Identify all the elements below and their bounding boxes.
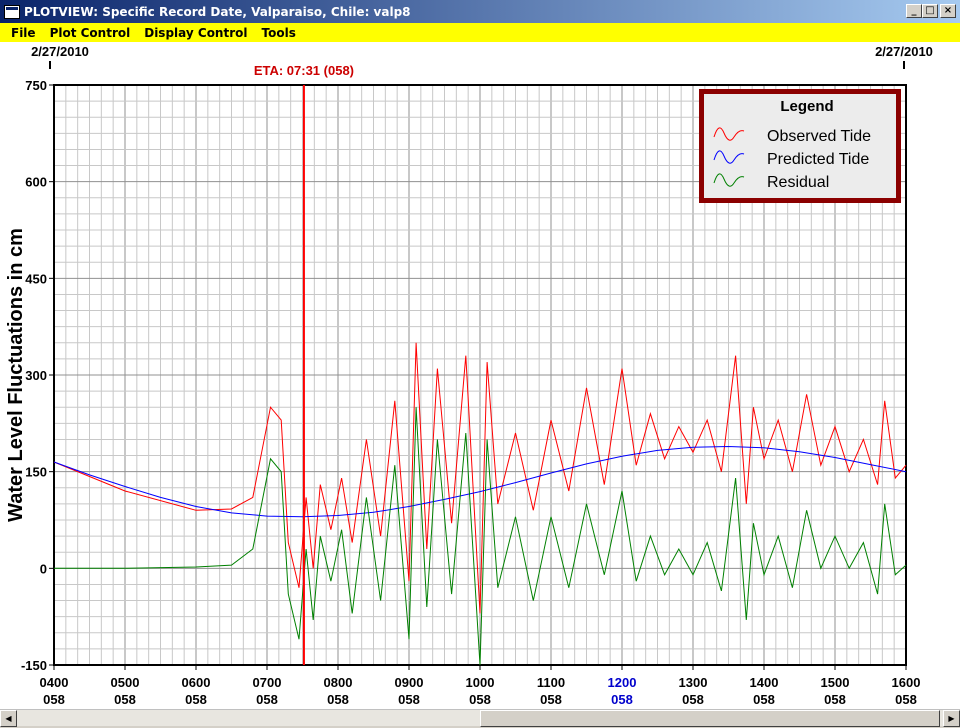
x-tick-day-label: 058 bbox=[895, 692, 917, 707]
maximize-button[interactable]: □ bbox=[922, 4, 938, 18]
y-tick-label: 750 bbox=[25, 78, 47, 93]
legend-entry-label: Residual bbox=[767, 174, 829, 191]
x-tick-day-label: 058 bbox=[824, 692, 846, 707]
y-axis-label: Water Level Fluctuations in cm bbox=[5, 228, 27, 522]
y-tick-label: 450 bbox=[25, 271, 47, 286]
x-tick-day-label: 058 bbox=[114, 692, 136, 707]
y-tick-label: 0 bbox=[40, 561, 47, 576]
legend-entry-label: Predicted Tide bbox=[767, 151, 869, 168]
x-tick-day-label: 058 bbox=[469, 692, 491, 707]
menu-display-control[interactable]: Display Control bbox=[137, 26, 254, 40]
x-tick-day-label: 058 bbox=[611, 692, 633, 707]
x-tick-label: 0500 bbox=[111, 675, 140, 690]
x-tick-day-label: 058 bbox=[185, 692, 207, 707]
tide-chart: 7506004503001500-150Water Level Fluctuat… bbox=[5, 44, 933, 707]
x-tick-day-label: 058 bbox=[540, 692, 562, 707]
close-button[interactable]: × bbox=[940, 4, 956, 18]
y-tick-label: -150 bbox=[21, 658, 47, 673]
window-title: PLOTVIEW: Specific Record Date, Valparai… bbox=[24, 4, 411, 19]
y-tick-label: 300 bbox=[25, 368, 47, 383]
menu-bar: File Plot Control Display Control Tools bbox=[0, 23, 960, 42]
legend-title: Legend bbox=[780, 98, 833, 115]
menu-file[interactable]: File bbox=[4, 26, 43, 40]
x-tick-label: 1100 bbox=[537, 675, 565, 690]
x-tick-label: 0800 bbox=[324, 675, 353, 690]
x-tick-label: 0700 bbox=[253, 675, 282, 690]
legend-entry-label: Observed Tide bbox=[767, 128, 871, 145]
date-right-label: 2/27/2010 bbox=[875, 44, 933, 59]
y-tick-label: 600 bbox=[25, 175, 47, 190]
x-tick-day-label: 058 bbox=[682, 692, 704, 707]
plot-area: 750 600 450 300 150 0 -150 Water Level Fluctuat… bbox=[0, 42, 960, 709]
x-tick-label: 1400 bbox=[750, 675, 779, 690]
x-tick-label: 1600 bbox=[892, 675, 921, 690]
x-tick-label: 1000 bbox=[466, 675, 495, 690]
x-tick-day-label: 058 bbox=[327, 692, 349, 707]
x-tick-label: 1300 bbox=[679, 675, 708, 690]
x-tick-day-label: 058 bbox=[43, 692, 65, 707]
app-window-icon bbox=[4, 4, 20, 19]
horizontal-scrollbar[interactable]: ◀ ▶ bbox=[0, 709, 960, 727]
minimize-button[interactable]: _ bbox=[906, 4, 922, 18]
window-controls: _ □ × bbox=[906, 4, 956, 18]
x-tick-day-label: 058 bbox=[256, 692, 278, 707]
menu-plot-control[interactable]: Plot Control bbox=[43, 26, 138, 40]
x-tick-day-label: 058 bbox=[753, 692, 775, 707]
scroll-left-arrow-icon[interactable]: ◀ bbox=[0, 710, 17, 727]
x-tick-label: 1200 bbox=[608, 675, 637, 690]
scroll-right-arrow-icon[interactable]: ▶ bbox=[943, 710, 960, 727]
eta-label: ETA: 07:31 (058) bbox=[254, 63, 354, 78]
x-tick-label: 1500 bbox=[821, 675, 850, 690]
y-tick-label: 150 bbox=[25, 465, 47, 480]
title-bar: PLOTVIEW: Specific Record Date, Valparai… bbox=[0, 0, 960, 23]
x-tick-label: 0600 bbox=[182, 675, 211, 690]
x-tick-day-label: 058 bbox=[398, 692, 420, 707]
menu-tools[interactable]: Tools bbox=[255, 26, 303, 40]
scroll-thumb[interactable] bbox=[480, 710, 940, 727]
date-left-label: 2/27/2010 bbox=[31, 44, 89, 59]
x-tick-label: 0400 bbox=[40, 675, 69, 690]
x-tick-label: 0900 bbox=[395, 675, 424, 690]
